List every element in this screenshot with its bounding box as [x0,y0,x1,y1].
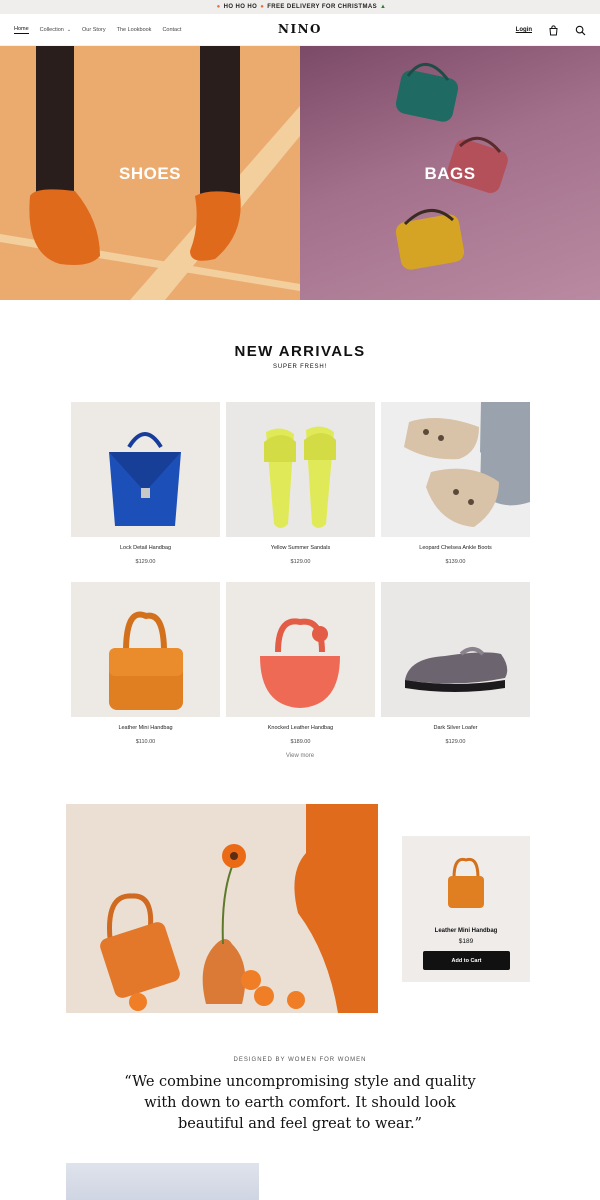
product-card[interactable]: Leather Mini Handbag $110.00 [71,582,220,745]
product-price: $110.00 [135,739,156,745]
yellow-sandals-illustration [264,426,336,528]
product-image[interactable] [226,402,375,537]
orange-mini-handbag-illustration [109,611,183,710]
product-card[interactable]: Lock Detail Handbag $129.00 [71,402,220,565]
product-image[interactable] [71,402,220,537]
announcement-text: FREE DELIVERY FOR CHRISTMAS [267,4,378,10]
product-card[interactable]: Yellow Summer Sandals $129.00 [226,402,375,565]
ornament-icon: ● [260,4,265,10]
tree-icon: ▲ [380,4,387,10]
search-icon[interactable] [574,24,586,36]
category-tile-bags[interactable]: BAGS [300,46,600,300]
bag-icon[interactable] [547,24,559,36]
silver-loafer-illustration [405,647,508,692]
chevron-down-icon: ⌄ [66,27,72,33]
product-price: $189.00 [290,739,311,745]
featured-product-name[interactable]: Leather Mini Handbag [402,928,530,934]
nav-collection-label: Collection [39,27,64,33]
product-grid: Lock Detail Handbag $129.00 Yellow Summe… [71,402,530,745]
product-image[interactable] [226,582,375,717]
product-image[interactable] [381,582,530,717]
add-to-cart-button[interactable]: Add to Cart [423,951,510,970]
product-card[interactable]: Knocked Leather Handbag $189.00 [226,582,375,745]
product-price: $129.00 [290,559,311,565]
product-name[interactable]: Dark Silver Loafer [381,725,530,731]
site-header: Home Collection ⌄ Our Story The Lookbook … [0,14,600,46]
announcement-lead: HO HO HO [223,4,258,10]
main-nav: Home Collection ⌄ Our Story The Lookbook … [14,14,181,46]
product-price: $129.00 [445,739,466,745]
announcement-bar: ● HO HO HO ● FREE DELIVERY FOR CHRISTMAS… [0,0,600,14]
blue-handbag-illustration [109,432,181,526]
site-logo[interactable]: NINO [278,22,322,36]
nav-lookbook[interactable]: The Lookbook [117,27,152,33]
product-price: $139.00 [445,559,466,565]
about-quote: “We combine uncompromising style and qua… [124,1074,476,1132]
product-name[interactable]: Leopard Chelsea Ankle Boots [381,545,530,551]
category-label-shoes: SHOES [118,164,182,183]
product-name[interactable]: Lock Detail Handbag [71,545,220,551]
lifestyle-image [66,804,378,1013]
featured-product-card: Leather Mini Handbag $189 Add to Cart [402,836,530,982]
product-image[interactable] [381,402,530,537]
login-link[interactable]: Login [516,27,532,33]
header-actions: Login [516,14,586,46]
product-card[interactable]: Leopard Chelsea Ankle Boots $139.00 [381,402,530,565]
knotted-handbag-illustration [260,618,340,708]
section-subtitle: SUPER FRESH! [273,364,327,370]
bottom-image [66,1163,259,1200]
product-name[interactable]: Yellow Summer Sandals [226,545,375,551]
nav-our-story[interactable]: Our Story [82,27,106,33]
featured-product-price: $189 [458,938,474,945]
product-card[interactable]: Dark Silver Loafer $129.00 [381,582,530,745]
nav-contact[interactable]: Contact [162,27,181,33]
product-name[interactable]: Leather Mini Handbag [71,725,220,731]
category-label-bags: BAGS [424,164,476,183]
nav-collection[interactable]: Collection ⌄ [40,27,71,33]
leopard-boots-illustration [381,402,530,537]
product-price: $129.00 [135,559,156,565]
product-image[interactable] [71,582,220,717]
lifestyle-photo [66,804,378,1013]
view-more-link[interactable]: View more [0,753,600,759]
product-name[interactable]: Knocked Leather Handbag [226,725,375,731]
nav-home[interactable]: Home [14,26,29,34]
ornament-icon: ● [216,4,221,10]
category-hero: SHOES BAGS [0,46,600,300]
category-tile-shoes[interactable]: SHOES [0,46,300,300]
featured-product-image[interactable] [402,836,530,928]
section-title: NEW ARRIVALS [234,343,366,360]
about-kicker: DESIGNED BY WOMEN FOR WOMEN [233,1057,367,1063]
